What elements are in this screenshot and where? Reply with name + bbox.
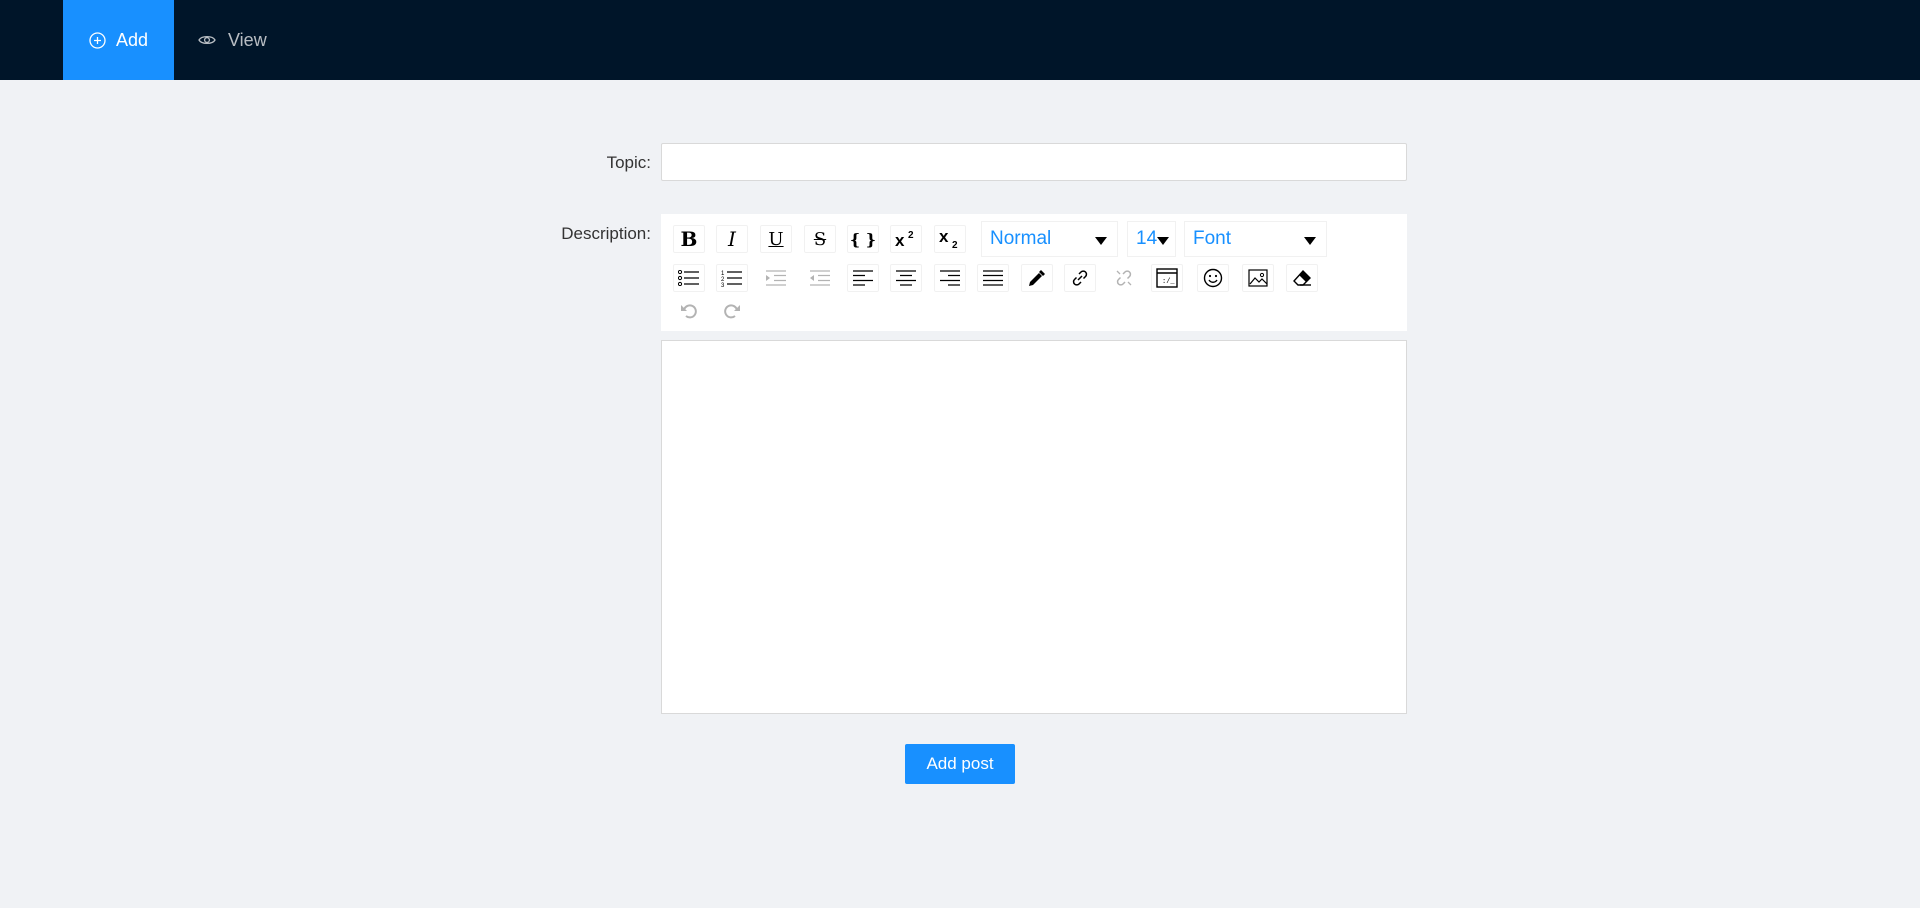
block-type-value: Normal (990, 228, 1052, 249)
svg-text:2: 2 (952, 240, 958, 249)
eye-icon (198, 34, 216, 46)
image-icon[interactable] (1242, 264, 1274, 292)
nav-tab-add[interactable]: Add (63, 0, 174, 80)
embedded-icon[interactable]: :/_ (1151, 264, 1183, 292)
font-size-dropdown[interactable]: 14 (1127, 221, 1176, 257)
font-family-value: Font (1193, 228, 1232, 249)
top-navigation: Add View (0, 0, 1920, 80)
description-editor[interactable] (661, 340, 1407, 714)
eraser-icon[interactable] (1286, 264, 1318, 292)
align-left-icon[interactable] (847, 264, 879, 292)
emoji-icon[interactable] (1197, 264, 1229, 292)
align-center-icon[interactable] (890, 264, 922, 292)
block-type-dropdown[interactable]: Normal (981, 221, 1118, 257)
italic-icon[interactable]: I (716, 225, 748, 253)
unordered-list-icon[interactable] (673, 264, 705, 292)
redo-icon[interactable] (716, 297, 748, 325)
strikethrough-icon[interactable]: S (804, 225, 836, 253)
superscript-icon[interactable]: x2 (890, 225, 922, 253)
plus-circle-icon (89, 31, 106, 49)
editor-toolbar: B I U S { } x2 x2 Normal 14 Font 123:/_ (661, 214, 1407, 331)
description-label: Description: (561, 224, 651, 243)
chevron-down-icon (1304, 237, 1316, 245)
chevron-down-icon (1157, 237, 1169, 245)
undo-icon[interactable] (673, 297, 705, 325)
svg-text:2: 2 (908, 230, 914, 241)
unlink-icon[interactable] (1108, 264, 1140, 292)
svg-text:x: x (939, 229, 949, 246)
outdent-icon[interactable] (804, 264, 836, 292)
ordered-list-icon[interactable]: 123 (716, 264, 748, 292)
font-size-value: 14 (1136, 228, 1158, 249)
svg-text:3: 3 (721, 283, 725, 287)
nav-tab-view-label: View (228, 29, 267, 50)
nav-tab-view[interactable]: View (198, 0, 267, 80)
bold-icon[interactable]: B (673, 225, 705, 253)
svg-text::/_: :/_ (1162, 278, 1175, 286)
align-right-icon[interactable] (934, 264, 966, 292)
underline-icon[interactable]: U (760, 225, 792, 253)
subscript-icon[interactable]: x2 (934, 225, 966, 253)
svg-text:x: x (895, 231, 905, 249)
indent-icon[interactable] (760, 264, 792, 292)
topic-input[interactable] (661, 143, 1407, 181)
add-post-button[interactable]: Add post (905, 744, 1015, 784)
code-icon[interactable]: { } (847, 225, 879, 253)
align-justify-icon[interactable] (977, 264, 1009, 292)
topic-label: Topic: (606, 153, 651, 172)
color-picker-icon[interactable] (1021, 264, 1053, 292)
link-icon[interactable] (1064, 264, 1096, 292)
chevron-down-icon (1095, 237, 1107, 245)
nav-tab-add-label: Add (115, 29, 149, 50)
font-family-dropdown[interactable]: Font (1184, 221, 1327, 257)
